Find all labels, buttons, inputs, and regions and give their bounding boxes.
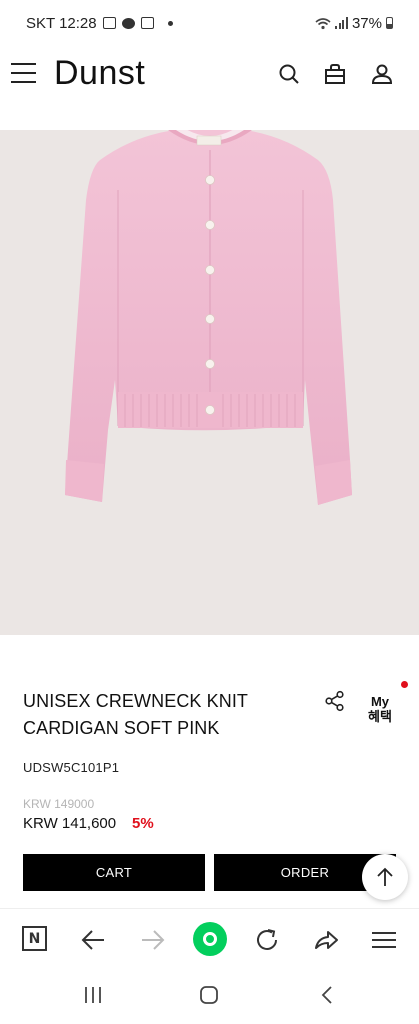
sale-price: KRW 141,600 [23, 815, 117, 832]
back-icon[interactable] [316, 984, 338, 1006]
product-image[interactable] [0, 130, 419, 635]
time-label: SKT 12:28 [26, 14, 97, 32]
menu-icon[interactable] [11, 63, 37, 85]
product-title: UNISEX CREWNECK KNIT CARDIGAN SOFT PINK [23, 691, 248, 738]
benefit-badge-dot [401, 681, 408, 688]
site-header: Dunst [0, 46, 419, 104]
hamburger-menu-icon[interactable] [370, 926, 398, 954]
cast-icon [140, 17, 154, 29]
signal-icon [335, 17, 348, 29]
discount-rate: 5% [132, 815, 154, 832]
back-arrow-icon[interactable] [80, 926, 108, 954]
original-price: KRW 149000 [23, 797, 95, 811]
battery-label: 37% [351, 14, 382, 32]
status-bar: SKT 12:28 37% [0, 0, 419, 46]
cardigan-illustration [65, 130, 352, 505]
product-code: UDSW5C101P1 [23, 760, 120, 775]
arrow-up-icon [377, 867, 393, 886]
recent-apps-icon[interactable] [82, 984, 104, 1006]
gallery-icon [102, 17, 116, 29]
talk-icon [121, 17, 135, 29]
search-icon[interactable] [277, 62, 301, 86]
system-navigation [0, 970, 419, 1024]
notification-dot-icon [167, 20, 173, 26]
share-icon[interactable] [324, 690, 346, 712]
home-icon[interactable] [198, 984, 220, 1006]
wifi-icon [315, 17, 331, 29]
cart-button[interactable]: CART [23, 854, 205, 891]
green-dot-icon[interactable] [193, 922, 227, 956]
share-arrow-icon[interactable] [312, 926, 340, 954]
battery-icon [386, 17, 393, 29]
my-benefit-button[interactable]: My 혜택 [362, 694, 398, 724]
naver-home-icon[interactable]: N [22, 926, 47, 951]
refresh-icon[interactable] [253, 926, 281, 954]
site-logo[interactable]: Dunst [54, 54, 145, 93]
user-icon[interactable] [370, 62, 394, 86]
scroll-top-button[interactable] [362, 854, 408, 900]
forward-arrow-icon[interactable] [138, 926, 166, 954]
shopping-bag-icon[interactable] [323, 62, 347, 86]
